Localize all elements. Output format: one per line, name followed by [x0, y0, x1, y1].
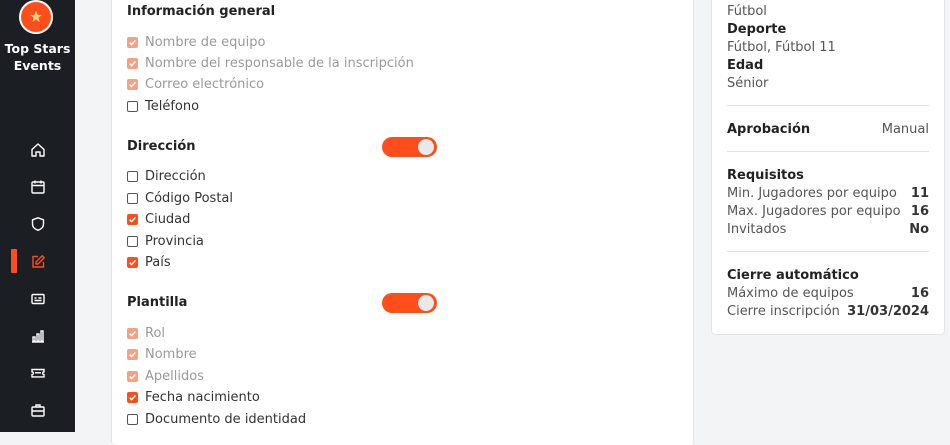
nav-edit[interactable]: [0, 245, 75, 279]
brand-name: Top Stars Events: [4, 41, 71, 73]
edad-label: Edad: [727, 58, 764, 73]
check-icon: [129, 39, 137, 46]
deporte-label: Deporte: [727, 22, 787, 37]
checkbox-last-name: Apellidos: [127, 367, 204, 385]
calendar-icon: [30, 180, 45, 194]
bar-chart-icon: [31, 330, 44, 343]
nav-shield[interactable]: [0, 207, 75, 241]
toggle-plantilla[interactable]: [382, 293, 437, 313]
checkbox-id-document[interactable]: Documento de identidad: [127, 410, 306, 428]
sidebar: ★ Top Stars Events: [0, 0, 75, 432]
checkbox: [127, 57, 138, 69]
checkbox-city[interactable]: Ciudad: [127, 210, 190, 228]
check-icon: [129, 351, 137, 358]
checkbox[interactable]: [127, 235, 138, 247]
ticket-icon: [30, 368, 45, 378]
toggle-knob: [418, 139, 434, 155]
divider: [727, 151, 929, 152]
checkbox[interactable]: [127, 213, 138, 225]
registration-fields-card: Información general Nombre de equipo Nom…: [111, 0, 694, 445]
section-title-direccion: Dirección: [127, 139, 196, 154]
checkbox-postal-code[interactable]: Código Postal: [127, 189, 233, 207]
section-title-plantilla: Plantilla: [127, 295, 188, 310]
deporte-value: Fútbol, Fútbol 11: [727, 40, 836, 55]
checkbox: [127, 78, 138, 90]
checkbox: [127, 370, 138, 382]
check-icon: [129, 330, 137, 337]
check-icon: [129, 394, 137, 401]
requisito-row: Invitados No: [727, 222, 929, 237]
checkbox[interactable]: [127, 391, 138, 403]
edit-icon: [31, 255, 45, 268]
briefcase-icon: [30, 404, 45, 417]
aprobacion-row: Aprobación Manual: [727, 122, 929, 137]
checkbox-first-name: Nombre: [127, 345, 197, 363]
sport-type: Fútbol: [727, 4, 767, 19]
divider: [727, 251, 929, 252]
event-summary-card: Fútbol Deporte Fútbol, Fútbol 11 Edad Sé…: [711, 0, 945, 335]
divider: [727, 105, 929, 106]
toggle-knob: [418, 295, 434, 311]
shield-icon: [31, 217, 44, 231]
checkbox: [127, 348, 138, 360]
cierre-title: Cierre automático: [727, 268, 859, 283]
section-title-general: Información general: [127, 4, 276, 19]
checkbox[interactable]: [127, 256, 138, 268]
nav-stats[interactable]: [0, 319, 75, 353]
checkbox-role: Rol: [127, 324, 165, 342]
checkbox-address[interactable]: Dirección: [127, 167, 206, 185]
checkbox-email: Correo electrónico: [127, 75, 264, 93]
nav-id-card[interactable]: [0, 282, 75, 316]
checkbox-birth-date[interactable]: Fecha nacimiento: [127, 388, 260, 406]
checkbox-province[interactable]: Provincia: [127, 232, 204, 250]
checkbox-phone[interactable]: Teléfono: [127, 97, 199, 115]
checkbox[interactable]: [127, 100, 138, 112]
checkbox: [127, 327, 138, 339]
check-icon: [129, 216, 137, 223]
checkbox: [127, 36, 138, 48]
checkbox-team-name: Nombre de equipo: [127, 33, 265, 51]
cierre-row: Máximo de equipos 16: [727, 286, 929, 301]
nav-tickets[interactable]: [0, 356, 75, 390]
checkbox[interactable]: [127, 192, 138, 204]
home-icon: [30, 143, 45, 157]
check-icon: [129, 373, 137, 380]
check-icon: [129, 81, 137, 88]
checkbox-country[interactable]: País: [127, 253, 171, 271]
checkbox[interactable]: [127, 170, 138, 182]
cierre-row: Cierre inscripción 31/03/2024: [727, 304, 929, 319]
nav-calendar[interactable]: [0, 170, 75, 204]
requisito-row: Min. Jugadores por equipo 11: [727, 186, 929, 201]
checkbox[interactable]: [127, 413, 138, 425]
nav-briefcase[interactable]: [0, 393, 75, 427]
logo-medal-icon: ★: [19, 0, 53, 34]
id-card-icon: [30, 293, 45, 305]
toggle-direccion[interactable]: [382, 137, 437, 157]
checkbox-responsible-name: Nombre del responsable de la inscripción: [127, 54, 414, 72]
requisitos-title: Requisitos: [727, 168, 804, 183]
edad-value: Sénior: [727, 76, 769, 91]
nav-home[interactable]: [0, 133, 75, 167]
check-icon: [129, 259, 137, 266]
check-icon: [129, 60, 137, 67]
requisito-row: Max. Jugadores por equipo 16: [727, 204, 929, 219]
